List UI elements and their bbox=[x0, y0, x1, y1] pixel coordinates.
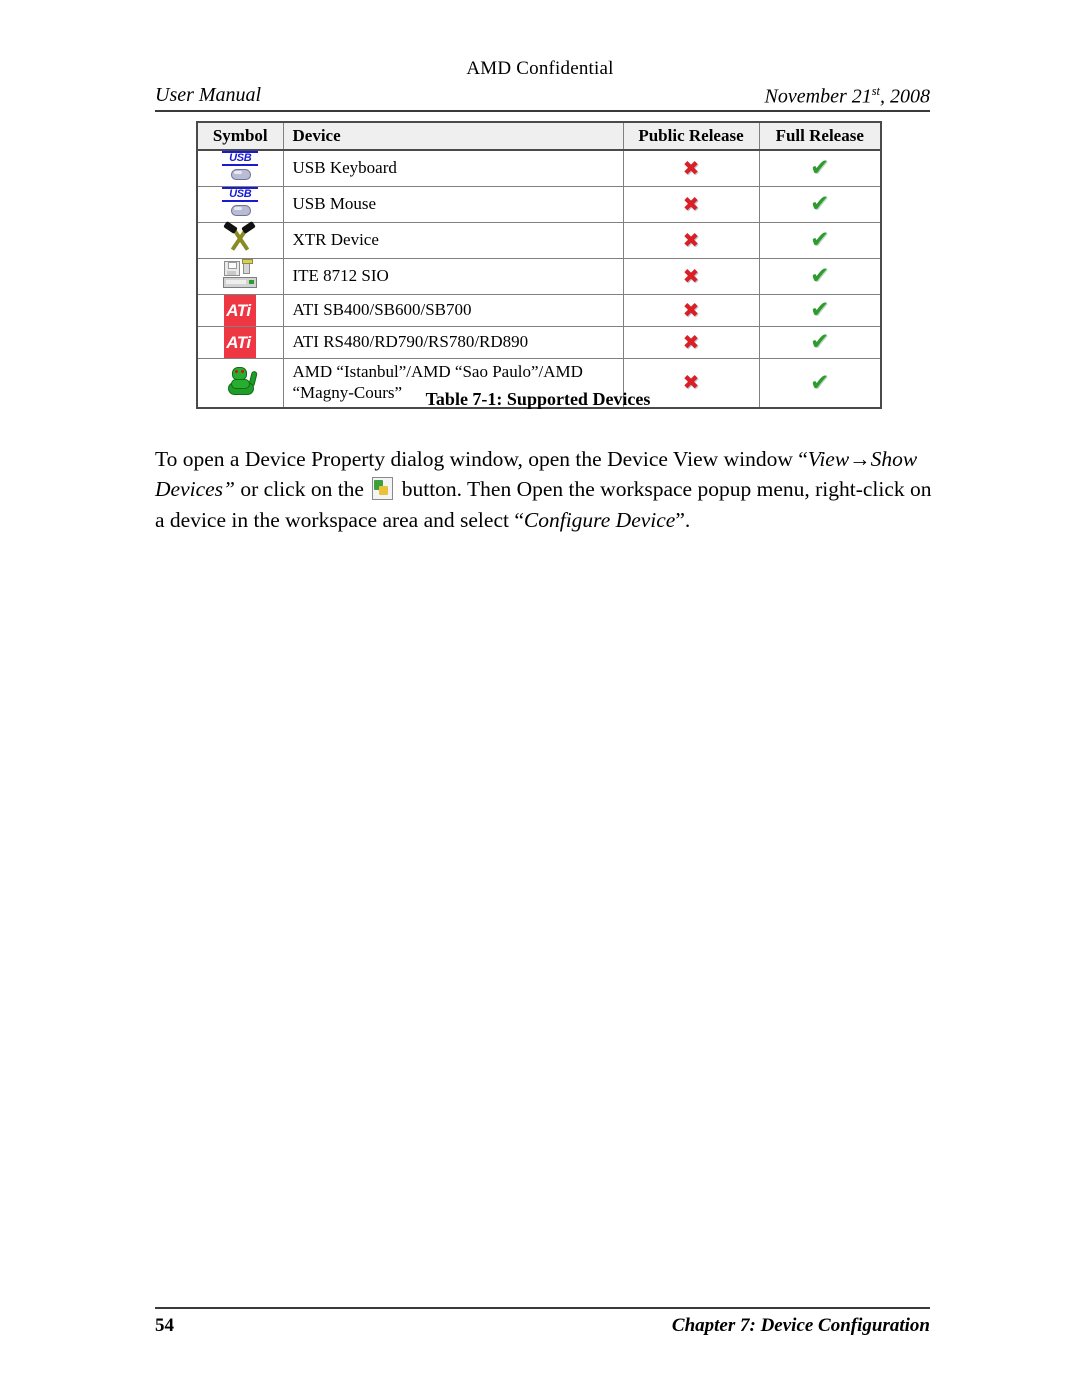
table-row: USB USB Mouse ✖ ✔ bbox=[196, 186, 882, 223]
cross-icon: ✖ bbox=[682, 263, 700, 288]
body-paragraph: To open a Device Property dialog window,… bbox=[155, 444, 933, 536]
full-release-cell: ✔ bbox=[758, 294, 882, 327]
cross-icon: ✖ bbox=[682, 329, 700, 354]
header-date-prefix: November 21 bbox=[764, 85, 872, 108]
public-release-cell: ✖ bbox=[622, 186, 760, 223]
cross-icon: ✖ bbox=[682, 227, 700, 252]
page-header: User Manual November 21st, 2008 bbox=[155, 84, 930, 112]
cross-icon: ✖ bbox=[682, 297, 700, 322]
cross-icon: ✖ bbox=[682, 155, 700, 180]
check-icon: ✔ bbox=[810, 191, 830, 217]
usb-keyboard-icon: USB bbox=[198, 151, 283, 181]
device-name-cell: ITE 8712 SIO bbox=[282, 258, 624, 295]
document-page: AMD Confidential User Manual November 21… bbox=[0, 0, 1080, 1397]
table-row: ATi ATI SB400/SB600/SB700 ✖ ✔ bbox=[196, 294, 882, 327]
table-row: XTR Device ✖ ✔ bbox=[196, 220, 882, 259]
table-row: ITE 8712 SIO ✖ ✔ bbox=[196, 258, 882, 295]
ati-logo-icon: ATi bbox=[198, 327, 283, 358]
device-name-cell: ATI RS480/RD790/RS780/RD890 bbox=[282, 326, 624, 359]
check-icon: ✔ bbox=[810, 297, 830, 323]
device-name-cell: XTR Device bbox=[282, 222, 624, 259]
show-devices-button-icon[interactable] bbox=[372, 477, 394, 501]
public-release-cell: ✖ bbox=[622, 149, 760, 187]
supported-devices-table: Symbol Device Public Release Full Releas… bbox=[196, 121, 882, 409]
ati-logo-icon: ATi bbox=[198, 295, 283, 326]
page-footer: 54 Chapter 7: Device Configuration bbox=[155, 1307, 930, 1343]
header-date-ordinal: st bbox=[871, 84, 880, 98]
symbol-cell bbox=[196, 258, 284, 295]
supported-devices-table-wrapper: Symbol Device Public Release Full Releas… bbox=[196, 121, 882, 409]
symbol-cell: USB bbox=[196, 149, 284, 187]
column-header-full-release: Full Release bbox=[758, 121, 882, 151]
confidential-notice: AMD Confidential bbox=[466, 58, 614, 79]
ati-logo-text: ATi bbox=[224, 327, 257, 358]
table-header-row: Symbol Device Public Release Full Releas… bbox=[196, 121, 882, 151]
symbol-cell: ATi bbox=[196, 326, 284, 359]
paragraph-text-part1: To open a Device Property dialog window,… bbox=[155, 446, 808, 471]
cross-icon: ✖ bbox=[682, 191, 700, 216]
check-icon: ✔ bbox=[810, 329, 830, 355]
symbol-cell bbox=[196, 220, 284, 259]
device-name-cell: USB Mouse bbox=[282, 186, 624, 223]
symbol-cell: ATi bbox=[196, 294, 284, 327]
column-header-symbol: Symbol bbox=[196, 121, 284, 151]
usb-label: USB bbox=[222, 151, 259, 166]
chapter-label: Chapter 7: Device Configuration bbox=[671, 1315, 930, 1336]
usb-label: USB bbox=[222, 187, 259, 202]
usb-mouse-icon: USB bbox=[198, 187, 283, 217]
full-release-cell: ✔ bbox=[758, 326, 882, 359]
column-header-public-release: Public Release bbox=[622, 121, 760, 151]
header-date: November 21st, 2008 bbox=[765, 84, 930, 109]
full-release-cell: ✔ bbox=[758, 149, 882, 187]
table-row: ATi ATI RS480/RD790/RS780/RD890 ✖ ✔ bbox=[196, 326, 882, 359]
check-icon: ✔ bbox=[810, 155, 830, 181]
page-number: 54 bbox=[155, 1315, 174, 1336]
header-left-label: User Manual bbox=[155, 84, 262, 106]
table-row: USB USB Keyboard ✖ ✔ bbox=[196, 149, 882, 187]
paragraph-text-part2: or click on the bbox=[235, 477, 370, 502]
paragraph-emphasis-configure-device: Configure Device bbox=[523, 507, 676, 532]
full-release-cell: ✔ bbox=[758, 222, 882, 259]
table-caption: Table 7-1: Supported Devices bbox=[425, 389, 651, 409]
check-icon: ✔ bbox=[810, 263, 830, 289]
column-header-device: Device bbox=[282, 121, 624, 151]
device-name-cell: USB Keyboard bbox=[282, 149, 624, 187]
header-date-year: , 2008 bbox=[880, 85, 930, 108]
public-release-cell: ✖ bbox=[622, 222, 760, 259]
symbol-cell: USB bbox=[196, 186, 284, 223]
check-icon: ✔ bbox=[810, 227, 830, 253]
crossed-hammers-icon bbox=[198, 220, 283, 253]
public-release-cell: ✖ bbox=[622, 326, 760, 359]
full-release-cell: ✔ bbox=[758, 258, 882, 295]
full-release-cell: ✔ bbox=[758, 186, 882, 223]
public-release-cell: ✖ bbox=[622, 294, 760, 327]
device-name-cell: ATI SB400/SB600/SB700 bbox=[282, 294, 624, 327]
paragraph-text-part4: ”. bbox=[675, 507, 691, 532]
public-release-cell: ✖ bbox=[622, 258, 760, 295]
ati-logo-text: ATi bbox=[224, 295, 257, 326]
sio-chip-icon bbox=[198, 259, 283, 289]
